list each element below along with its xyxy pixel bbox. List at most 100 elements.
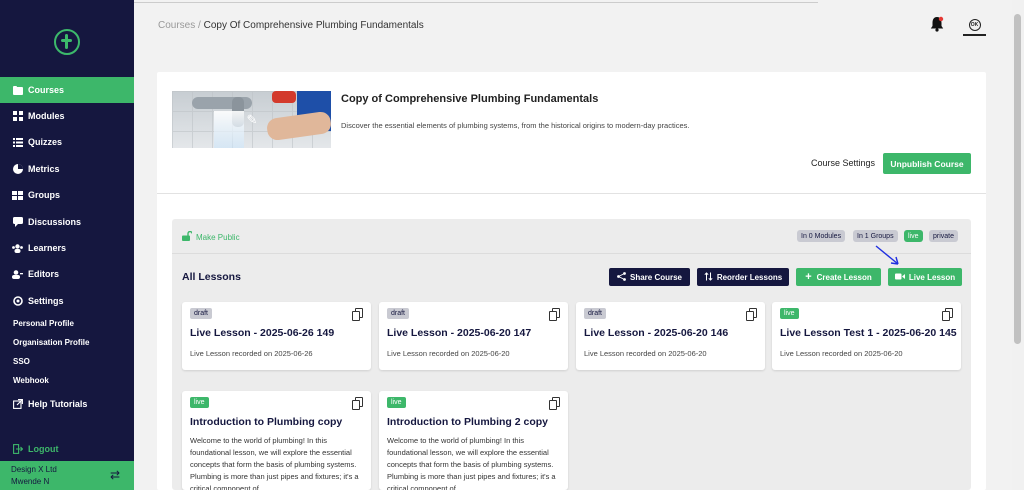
modules-count-badge: In 0 Modules <box>797 230 846 242</box>
breadcrumb-separator: / <box>195 20 204 31</box>
reorder-lessons-button[interactable]: Reorder Lessons <box>697 268 789 286</box>
lesson-card[interactable]: live Live Lesson Test 1 - 2025-06-20 145… <box>772 302 961 370</box>
lesson-title: Introduction to Plumbing copy <box>190 416 343 428</box>
status-badge: live <box>190 397 209 408</box>
lesson-title: Live Lesson - 2025-06-20 147 <box>387 327 532 339</box>
breadcrumb-root[interactable]: Courses <box>158 20 195 31</box>
sidebar-item-label: Learners <box>28 243 67 253</box>
unlock-icon <box>182 230 193 243</box>
share-course-button[interactable]: Share Course <box>609 268 690 286</box>
edit-image-icon[interactable]: ✎ <box>245 113 259 127</box>
reorder-lessons-label: Reorder Lessons <box>716 272 783 282</box>
lesson-subtitle: Live Lesson recorded on 2025-06-20 <box>387 349 510 358</box>
scrollbar-thumb[interactable] <box>1014 14 1021 344</box>
sidebar-item-groups[interactable]: Groups <box>0 182 134 208</box>
logout-icon <box>12 444 23 454</box>
lesson-card[interactable]: draft Live Lesson - 2025-06-20 147 Live … <box>379 302 568 370</box>
divider <box>157 193 986 194</box>
sidebar-subitem-webhook[interactable]: Webhook <box>13 376 49 385</box>
lesson-description: Welcome to the world of plumbing! In thi… <box>387 436 556 490</box>
lesson-card[interactable]: live Introduction to Plumbing 2 copy Wel… <box>379 391 568 490</box>
breadcrumb-current: Copy Of Comprehensive Plumbing Fundament… <box>203 20 424 31</box>
make-public-label: Make Public <box>196 232 240 242</box>
account-switcher[interactable]: Design X Ltd Mwende N ⇄ <box>0 461 134 490</box>
status-badge: live <box>387 397 406 408</box>
window-top-edge <box>68 0 818 3</box>
sidebar-subitem-personal-profile[interactable]: Personal Profile <box>13 319 74 328</box>
lesson-subtitle: Live Lesson recorded on 2025-06-26 <box>190 349 313 358</box>
sidebar-item-help-tutorials[interactable]: Help Tutorials <box>0 391 134 417</box>
pie-chart-icon <box>12 164 23 174</box>
lesson-card[interactable]: draft Live Lesson - 2025-06-26 149 Live … <box>182 302 371 370</box>
avatar: OK <box>968 18 981 31</box>
lesson-subtitle: Live Lesson recorded on 2025-06-20 <box>584 349 707 358</box>
lesson-description: Welcome to the world of plumbing! In thi… <box>190 436 359 490</box>
share-icon <box>617 271 626 283</box>
status-badge: draft <box>584 308 607 319</box>
sidebar-item-label: Metrics <box>28 164 60 174</box>
swap-icon[interactable]: ⇄ <box>110 469 120 481</box>
annotation-arrow-icon <box>875 245 899 265</box>
live-lesson-button[interactable]: Live Lesson <box>888 268 962 286</box>
create-lesson-button[interactable]: + Create Lesson <box>796 268 881 286</box>
divider <box>172 253 971 254</box>
sidebar-item-editors[interactable]: Editors <box>0 261 134 287</box>
lesson-card[interactable]: draft Live Lesson - 2025-06-20 146 Live … <box>576 302 765 370</box>
course-title: Copy of Comprehensive Plumbing Fundament… <box>341 93 599 105</box>
copy-icon[interactable] <box>352 308 363 321</box>
sidebar-item-discussions[interactable]: Discussions <box>0 209 134 235</box>
course-description: Discover the essential elements of plumb… <box>341 121 690 130</box>
status-badge: live <box>904 230 923 242</box>
create-lesson-label: Create Lesson <box>816 272 872 282</box>
sidebar-item-settings[interactable]: Settings <box>0 288 134 314</box>
visibility-badge: private <box>929 230 959 242</box>
copy-icon[interactable] <box>549 397 560 410</box>
sidebar-subitem-sso[interactable]: SSO <box>13 357 30 366</box>
lesson-card[interactable]: live Introduction to Plumbing copy Welco… <box>182 391 371 490</box>
lesson-title: Live Lesson - 2025-06-20 146 <box>584 327 729 339</box>
status-badge: draft <box>190 308 213 319</box>
breadcrumb: Courses / Copy Of Comprehensive Plumbing… <box>158 20 424 31</box>
course-thumbnail[interactable]: ✎ <box>172 91 331 148</box>
sidebar-item-label: Editors <box>28 269 60 279</box>
make-public-toggle[interactable]: Make Public <box>182 230 240 243</box>
sidebar-item-quizzes[interactable]: Quizzes <box>0 129 134 155</box>
logout-label: Logout <box>28 444 59 454</box>
lesson-subtitle: Live Lesson recorded on 2025-06-20 <box>780 349 903 358</box>
users-icon <box>12 243 23 253</box>
groups-count-badge: In 1 Groups <box>853 230 898 242</box>
copy-icon[interactable] <box>942 308 953 321</box>
sidebar-subitem-organisation-profile[interactable]: Organisation Profile <box>13 338 89 347</box>
sidebar-item-label: Groups <box>28 190 61 200</box>
gear-icon <box>12 296 23 306</box>
copy-icon[interactable] <box>549 308 560 321</box>
groups-icon <box>12 190 23 200</box>
folder-icon <box>12 85 23 95</box>
all-lessons-heading: All Lessons <box>182 271 241 283</box>
course-settings-link[interactable]: Course Settings <box>811 158 875 168</box>
plus-icon: + <box>805 270 812 283</box>
sidebar-item-label: Modules <box>28 111 65 121</box>
sidebar-item-learners[interactable]: Learners <box>0 235 134 261</box>
notification-bell-icon[interactable] <box>930 16 944 37</box>
reorder-icon <box>704 271 713 283</box>
sidebar-item-label: Help Tutorials <box>28 399 88 409</box>
user-avatar-button[interactable]: OK <box>963 15 986 36</box>
copy-icon[interactable] <box>746 308 757 321</box>
copy-icon[interactable] <box>352 397 363 410</box>
sidebar-item-label: Quizzes <box>28 137 63 147</box>
unpublish-course-button[interactable]: Unpublish Course <box>883 153 971 174</box>
user-edit-icon <box>12 269 23 279</box>
sidebar-item-label: Settings <box>28 296 64 306</box>
sidebar-item-courses[interactable]: Courses <box>0 77 134 103</box>
sidebar-item-metrics[interactable]: Metrics <box>0 156 134 182</box>
status-badge: live <box>780 308 799 319</box>
lesson-title: Live Lesson Test 1 - 2025-06-20 145 <box>780 327 957 339</box>
sidebar-item-label: Discussions <box>28 217 82 227</box>
lesson-title: Introduction to Plumbing 2 copy <box>387 416 548 428</box>
video-camera-icon <box>894 273 905 282</box>
logout-button[interactable]: Logout <box>12 444 59 454</box>
grid-icon <box>12 111 23 121</box>
app-logo-icon[interactable] <box>54 29 80 55</box>
sidebar-item-modules[interactable]: Modules <box>0 103 134 129</box>
